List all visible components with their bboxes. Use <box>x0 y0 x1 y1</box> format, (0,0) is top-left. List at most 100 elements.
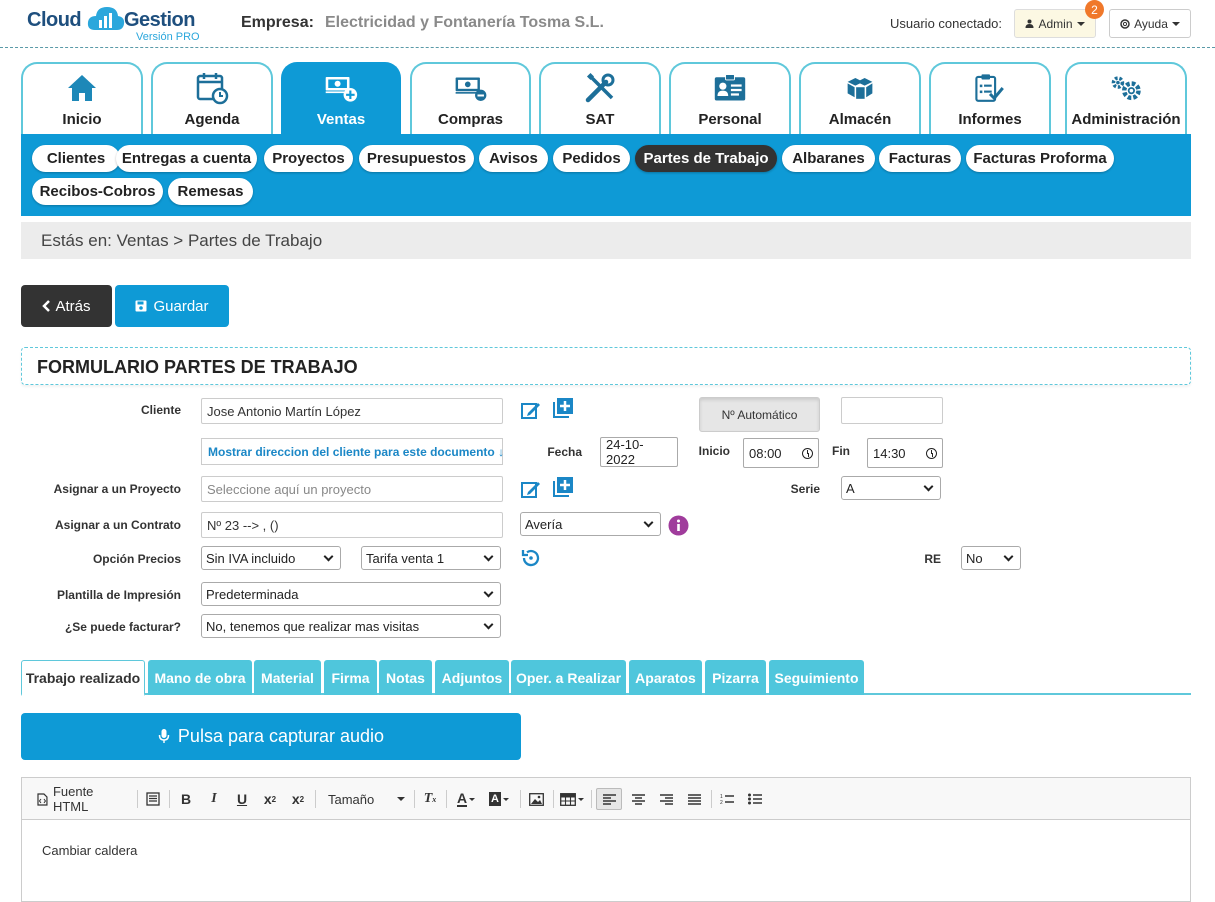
tarifa-select[interactable]: Tarifa venta 1 <box>361 546 501 570</box>
text-color-icon[interactable]: A <box>452 788 480 810</box>
font-size-select[interactable]: Tamaño <box>320 788 410 810</box>
fecha-input[interactable]: 24-10-2022 <box>600 437 678 467</box>
facturar-label: ¿Se puede facturar? <box>64 620 181 634</box>
module-tab-personal[interactable]: Personal <box>669 62 791 134</box>
fin-time-input[interactable]: 14:30 <box>867 438 943 468</box>
align-right-icon[interactable] <box>655 788 677 810</box>
inicio-time-input[interactable]: 08:00 <box>743 438 819 468</box>
align-center-icon[interactable] <box>627 788 649 810</box>
tab-seguimiento[interactable]: Seguimiento <box>769 660 864 695</box>
subnav-facturas[interactable]: Facturas <box>879 145 961 172</box>
fin-label: Fin <box>832 444 850 458</box>
re-select[interactable]: No <box>961 546 1021 570</box>
module-tab-ventas[interactable]: Ventas <box>281 62 401 134</box>
iva-value: Sin IVA incluido <box>206 550 296 566</box>
subnav-avisos[interactable]: Avisos <box>479 145 548 172</box>
italic-icon[interactable]: I <box>203 788 225 810</box>
clear-format-icon[interactable]: Tx <box>419 788 441 810</box>
add-square-icon[interactable] <box>552 476 574 498</box>
tab-material[interactable]: Material <box>254 660 321 695</box>
tab-oper-a-realizar[interactable]: Oper. a Realizar <box>511 660 626 695</box>
module-tab-informes[interactable]: Informes <box>929 62 1051 134</box>
notification-badge[interactable]: 2 <box>1085 0 1104 19</box>
module-tab-almacen[interactable]: Almacén <box>799 62 921 134</box>
facturar-select[interactable]: No, tenemos que realizar mas visitas <box>201 614 501 638</box>
save-button[interactable]: Guardar <box>115 285 229 327</box>
edit-icon[interactable] <box>520 478 542 500</box>
tab-pizarra[interactable]: Pizarra <box>705 660 766 695</box>
paste-text-icon[interactable] <box>142 788 164 810</box>
calendar-icon <box>195 71 229 105</box>
connected-user-label: Usuario conectado: <box>890 16 1003 31</box>
fecha-value: 24-10-2022 <box>606 437 644 467</box>
caret-down-icon <box>1171 21 1180 26</box>
underline-icon[interactable]: U <box>231 788 253 810</box>
subnav-albaranes[interactable]: Albaranes <box>782 145 875 172</box>
module-tab-administracion[interactable]: Administración <box>1065 62 1187 134</box>
serie-label: Serie <box>790 482 820 496</box>
inicio-value: 08:00 <box>749 445 782 461</box>
subnav-remesas[interactable]: Remesas <box>168 178 253 205</box>
module-tab-agenda[interactable]: Agenda <box>151 62 273 134</box>
chevron-down-icon <box>1003 551 1014 561</box>
chevron-down-icon <box>323 551 334 561</box>
subnav-clientes[interactable]: Clientes <box>32 145 120 172</box>
module-label: Ventas <box>316 111 366 128</box>
superscript-icon[interactable]: x2 <box>287 788 309 810</box>
module-tab-inicio[interactable]: Inicio <box>21 62 143 134</box>
serie-select[interactable]: A <box>841 476 941 500</box>
module-label: Almacén <box>828 111 892 128</box>
subnav-recibos-cobros[interactable]: Recibos-Cobros <box>32 178 163 205</box>
subnav-proyectos[interactable]: Proyectos <box>264 145 353 172</box>
cliente-input[interactable]: Jose Antonio Martín López <box>201 398 503 424</box>
subnav-partes-de-trabajo[interactable]: Partes de Trabajo <box>635 145 777 172</box>
add-square-icon[interactable] <box>552 397 574 419</box>
unordered-list-icon[interactable] <box>744 788 766 810</box>
proyecto-input[interactable]: Seleccione aquí un proyecto <box>201 476 503 502</box>
show-client-address-link[interactable]: Mostrar direccion del cliente para este … <box>201 438 504 465</box>
image-icon[interactable] <box>525 788 547 810</box>
source-html-button[interactable]: Fuente HTML <box>37 784 132 814</box>
ordered-list-icon[interactable]: 12 <box>716 788 738 810</box>
cloud-logo-icon <box>87 7 125 30</box>
gears-icon <box>1109 71 1143 105</box>
admin-dropdown-button[interactable]: Admin <box>1014 9 1096 38</box>
subnav-presupuestos[interactable]: Presupuestos <box>359 145 474 172</box>
tab-firma[interactable]: Firma <box>324 660 377 695</box>
align-left-icon[interactable] <box>596 788 622 810</box>
subnav-pedidos[interactable]: Pedidos <box>553 145 630 172</box>
capture-audio-button[interactable]: Pulsa para capturar audio <box>21 713 521 760</box>
module-tab-compras[interactable]: Compras <box>410 62 531 134</box>
tab-trabajo-realizado[interactable]: Trabajo realizado <box>21 660 145 696</box>
re-value: No <box>966 550 983 566</box>
module-tab-sat[interactable]: SAT <box>539 62 661 134</box>
logo[interactable]: Cloud Gestion Versión PRO <box>27 4 207 44</box>
clock-icon <box>802 447 813 459</box>
editor-content[interactable]: Cambiar caldera <box>22 820 1190 881</box>
subnav-facturas-proforma[interactable]: Facturas Proforma <box>966 145 1114 172</box>
tab-mano-de-obra[interactable]: Mano de obra <box>148 660 252 695</box>
serie-value: A <box>846 480 855 496</box>
subscript-icon[interactable]: x2 <box>259 788 281 810</box>
align-justify-icon[interactable] <box>683 788 705 810</box>
plantilla-select[interactable]: Predeterminada <box>201 582 501 606</box>
bold-icon[interactable]: B <box>175 788 197 810</box>
background-color-icon[interactable]: A <box>485 788 513 810</box>
history-reset-icon[interactable] <box>520 547 542 569</box>
contrato-input[interactable]: Nº 23 --> , () <box>201 512 503 538</box>
edit-icon[interactable] <box>520 399 542 421</box>
document-number-input[interactable] <box>841 397 943 424</box>
tab-adjuntos[interactable]: Adjuntos <box>435 660 509 695</box>
back-button[interactable]: Atrás <box>21 285 112 327</box>
tab-aparatos[interactable]: Aparatos <box>629 660 702 695</box>
boxes-icon <box>843 71 877 105</box>
tipo-select[interactable]: Avería <box>520 512 661 536</box>
help-dropdown-button[interactable]: Ayuda <box>1109 9 1191 38</box>
auto-number-toggle[interactable]: Nº Automático <box>699 397 820 432</box>
subnav-entregas-a-cuenta[interactable]: Entregas a cuenta <box>116 145 257 172</box>
iva-select[interactable]: Sin IVA incluido <box>201 546 341 570</box>
table-icon[interactable] <box>558 788 586 810</box>
tab-notas[interactable]: Notas <box>379 660 432 695</box>
chevron-down-icon <box>643 517 654 527</box>
info-icon[interactable] <box>667 514 689 536</box>
